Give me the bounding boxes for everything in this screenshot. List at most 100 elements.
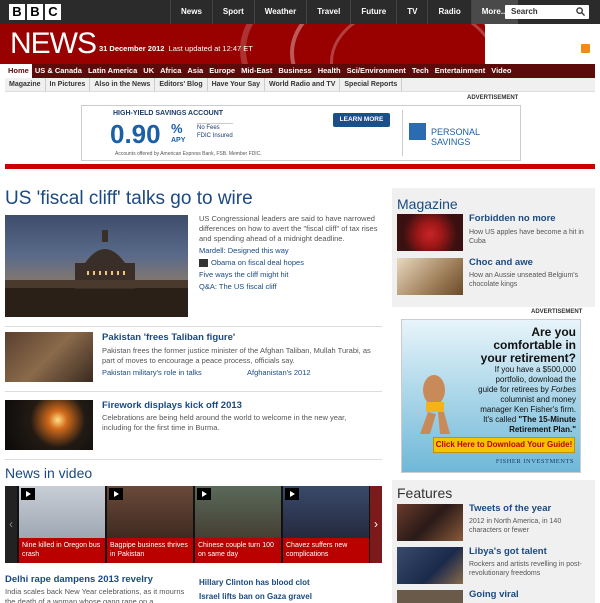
- lead-link-qa[interactable]: Q&A: The US fiscal cliff: [199, 282, 277, 291]
- ad-fees: No Fees FDIC Insured: [197, 123, 233, 140]
- pakistan-link-military[interactable]: Pakistan military's role in talks: [102, 368, 202, 377]
- capitol-illustration: [5, 230, 188, 317]
- divider: [5, 326, 382, 327]
- search-icon[interactable]: [576, 7, 585, 16]
- ad-percent: %: [171, 121, 183, 136]
- video-tile[interactable]: Bagpipe business thrives in Pakistan: [107, 486, 193, 563]
- features-item-title[interactable]: Going viral: [469, 589, 519, 600]
- delhi-story-text: India scales back New Year celebrations,…: [5, 587, 185, 603]
- delhi-story-title[interactable]: Delhi rape dampens 2013 revelry: [5, 574, 153, 585]
- apples-image[interactable]: [397, 214, 463, 251]
- subnav-special-reports[interactable]: Special Reports: [340, 78, 403, 91]
- fireworks-story-image[interactable]: [5, 400, 93, 450]
- pakistan-story-title[interactable]: Pakistan 'frees Taliban figure': [102, 332, 235, 343]
- sub-nav: Magazine In Pictures Also in the News Ed…: [5, 78, 595, 92]
- nav-news[interactable]: News: [170, 0, 212, 24]
- lead-headline[interactable]: US 'fiscal cliff' talks go to wire: [5, 188, 253, 210]
- features-title[interactable]: Features: [397, 485, 452, 501]
- subnav-have-your-say[interactable]: Have Your Say: [208, 78, 265, 91]
- fireworks-story-title[interactable]: Firework displays kick off 2013: [102, 400, 242, 411]
- mainnav-sci-environment[interactable]: Sci/Environment: [344, 64, 409, 78]
- pakistan-story-image[interactable]: [5, 332, 93, 382]
- features-item-title[interactable]: Tweets of the year: [469, 503, 551, 514]
- magazine-item-title[interactable]: Forbidden no more: [469, 213, 556, 224]
- ad-apy: % APY: [171, 121, 185, 145]
- ad-label: ADVERTISEMENT: [531, 309, 583, 315]
- global-nav: News Sport Weather Travel Future TV Radi…: [170, 0, 518, 24]
- retirement-ad[interactable]: Are you comfortable in your retirement? …: [401, 319, 581, 473]
- search-input[interactable]: Search: [505, 5, 589, 19]
- carousel-prev-icon[interactable]: ‹: [5, 486, 17, 563]
- logo-letter-c: C: [45, 4, 61, 20]
- magazine-item-text: How an Aussie unseated Belgium's chocola…: [469, 272, 579, 288]
- video-tile[interactable]: Nine killed in Oregon bus crash: [19, 486, 105, 563]
- pakistan-link-afghanistan[interactable]: Afghanistan's 2012: [247, 368, 311, 377]
- ad-fine-print: Accounts offered by American Express Ban…: [115, 151, 262, 157]
- ad-body-guide: "The 15-Minute Retirement Plan.": [509, 415, 576, 434]
- magazine-item-title[interactable]: Choc and awe: [469, 257, 533, 268]
- magazine-item-text: How US apples have become a hit in Cuba: [469, 229, 584, 245]
- mainnav-entertainment[interactable]: Entertainment: [432, 64, 488, 78]
- magazine-title[interactable]: Magazine: [397, 196, 458, 212]
- mainnav-health[interactable]: Health: [315, 64, 344, 78]
- news-in-video-title[interactable]: News in video: [5, 465, 92, 481]
- last-updated: Last updated at 12:47 ET: [168, 44, 253, 53]
- features-item-title[interactable]: Libya's got talent: [469, 546, 547, 557]
- divider: [5, 459, 382, 460]
- nav-radio[interactable]: Radio: [427, 0, 470, 24]
- mainnav-home[interactable]: Home: [5, 64, 32, 78]
- divider: [5, 391, 382, 392]
- mainnav-video[interactable]: Video: [488, 64, 514, 78]
- ad-rate: 0.90: [110, 119, 161, 150]
- libya-image[interactable]: [397, 547, 463, 584]
- tweets-image[interactable]: [397, 504, 463, 541]
- download-guide-button[interactable]: Click Here to Download Your Guide!: [433, 437, 575, 453]
- ad-no-fees: No Fees: [197, 125, 220, 131]
- subnav-also-in-news[interactable]: Also in the News: [90, 78, 156, 91]
- mainnav-us-canada[interactable]: US & Canada: [32, 64, 85, 78]
- ad-divider: [402, 110, 403, 156]
- clinton-story-title[interactable]: Hillary Clinton has blood clot: [199, 578, 310, 587]
- subnav-in-pictures[interactable]: In Pictures: [46, 78, 91, 91]
- ad-brand: PERSONAL SAVINGS: [431, 127, 480, 147]
- mainnav-uk[interactable]: UK: [140, 64, 157, 78]
- mainnav-europe[interactable]: Europe: [206, 64, 238, 78]
- subnav-editors-blog[interactable]: Editors' Blog: [155, 78, 208, 91]
- lead-link-obama[interactable]: Obama on fiscal deal hopes: [211, 258, 304, 267]
- video-tile[interactable]: Chavez suffers new complications: [283, 486, 369, 563]
- gaza-story-title[interactable]: Israel lifts ban on Gaza gravel: [199, 592, 312, 601]
- bbc-logo[interactable]: B B C: [9, 4, 61, 20]
- mainnav-mid-east[interactable]: Mid-East: [238, 64, 275, 78]
- nav-tv[interactable]: TV: [396, 0, 427, 24]
- chocolate-image[interactable]: [397, 258, 463, 295]
- lead-link-mardell[interactable]: Mardell: Designed this way: [199, 246, 289, 255]
- learn-more-button[interactable]: LEARN MORE: [333, 113, 390, 127]
- video-tile[interactable]: Chinese couple turn 100 on same day: [195, 486, 281, 563]
- features-item-text: Rockers and artists revelling in post-re…: [469, 561, 582, 577]
- nav-sport[interactable]: Sport: [211, 0, 254, 24]
- nav-travel[interactable]: Travel: [306, 0, 350, 24]
- video-play-icon[interactable]: [199, 259, 208, 267]
- mainnav-latin-america[interactable]: Latin America: [85, 64, 140, 78]
- news-title[interactable]: NEWS: [10, 27, 97, 61]
- carousel-next-icon[interactable]: ›: [370, 486, 382, 563]
- subnav-world-radio-tv[interactable]: World Radio and TV: [265, 78, 341, 91]
- mainnav-africa[interactable]: Africa: [157, 64, 184, 78]
- lead-link-five-ways[interactable]: Five ways the cliff might hit: [199, 270, 288, 279]
- nav-future[interactable]: Future: [350, 0, 396, 24]
- going-viral-image[interactable]: [397, 590, 463, 603]
- ad-label: ADVERTISEMENT: [467, 95, 519, 101]
- video-carousel: ‹ Nine killed in Oregon bus crash Bagpip…: [5, 486, 382, 563]
- masthead-date: 31 December 2012 Last updated at 12:47 E…: [99, 44, 253, 53]
- mainnav-asia[interactable]: Asia: [184, 64, 206, 78]
- subnav-magazine[interactable]: Magazine: [5, 78, 46, 91]
- amex-logo-icon: [409, 123, 426, 140]
- rss-icon[interactable]: [581, 44, 590, 53]
- mainnav-tech[interactable]: Tech: [409, 64, 432, 78]
- capitol-image[interactable]: [5, 215, 188, 317]
- masthead: NEWS 31 December 2012 Last updated at 12…: [0, 24, 600, 64]
- section-divider: [5, 164, 595, 169]
- savings-ad-banner[interactable]: HIGH-YIELD SAVINGS ACCOUNT 0.90 % APY No …: [81, 105, 521, 161]
- mainnav-business[interactable]: Business: [275, 64, 314, 78]
- nav-weather[interactable]: Weather: [253, 0, 306, 24]
